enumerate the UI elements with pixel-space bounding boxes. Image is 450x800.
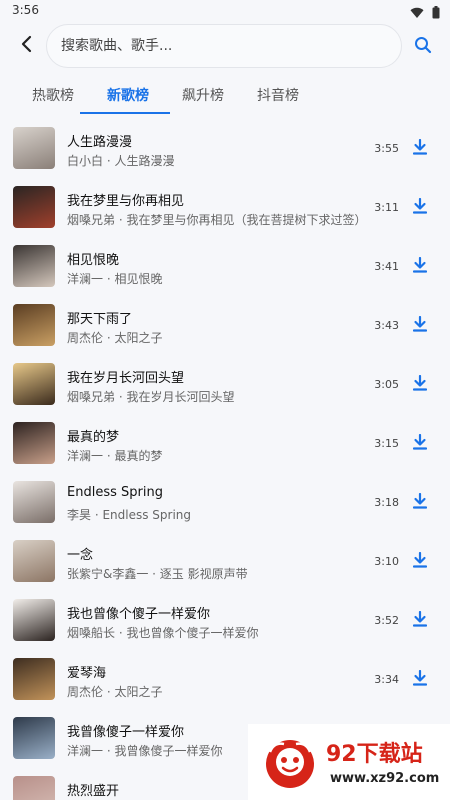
battery-icon [432,4,440,23]
search-input[interactable] [47,25,381,67]
download-button[interactable] [410,138,430,159]
song-duration: 3:18 [374,496,399,509]
album-cover [13,776,55,800]
song-artist-album: 白小白 · 人生路漫漫 [67,154,175,168]
song-duration: 3:10 [374,555,399,568]
search-button[interactable] [410,34,436,60]
tab-hot[interactable]: 热歌榜 [32,85,74,105]
song-row[interactable]: Endless Spring 李昊 · Endless Spring 3:18 [0,473,450,532]
album-cover [13,422,55,464]
download-icon [412,669,428,690]
download-icon [412,374,428,395]
album-cover [13,363,55,405]
album-cover [13,599,55,641]
song-row[interactable]: 我也曾像个傻子一样爱你烟嗓船长 · 我也曾像个傻子一样爱你 3:52 [0,591,450,650]
song-row[interactable]: 我在岁月长河回头望烟嗓兄弟 · 我在岁月长河回头望 3:05 [0,355,450,414]
download-button[interactable] [410,492,430,513]
song-title: 我在岁月长河回头望 [67,371,185,386]
back-arrow-icon [19,35,33,57]
song-row[interactable]: 我在梦里与你再相见烟嗓兄弟 · 我在梦里与你再相见（我在菩提树下求过签） 3:11 [0,178,450,237]
song-row[interactable]: 爱琴海周杰伦 · 太阳之子 3:34 [0,650,450,709]
song-row[interactable]: 人生路漫漫白小白 · 人生路漫漫 3:55 [0,119,450,178]
download-icon [412,138,428,159]
watermark-logo-icon [266,740,314,788]
song-list: 人生路漫漫白小白 · 人生路漫漫 3:55 我在梦里与你再相见烟嗓兄弟 · 我在梦里… [0,119,450,800]
chart-tabs: 热歌榜 新歌榜 飙升榜 抖音榜 [0,76,450,114]
song-title: 我曾像傻子一样爱你 [67,725,185,740]
status-bar: 3:56 [0,0,450,22]
active-tab-indicator [80,112,170,114]
song-artist-album: 洋澜一 · 最真的梦 [67,449,163,463]
wifi-icon [410,4,424,23]
song-duration: 3:41 [374,260,399,273]
song-row[interactable]: 最真的梦洋澜一 · 最真的梦 3:15 [0,414,450,473]
tab-new[interactable]: 新歌榜 [107,85,149,105]
download-icon [412,433,428,454]
song-artist-album: 张紫宁&李鑫一 · 逐玉 影视原声带 [67,567,248,581]
download-button[interactable] [410,669,430,690]
song-duration: 3:11 [374,201,399,214]
song-title: 我也曾像个傻子一样爱你 [67,607,211,622]
song-duration: 3:15 [374,437,399,450]
watermark: 92下载站 www.xz92.com [248,724,450,800]
download-icon [412,315,428,336]
watermark-url: www.xz92.com [330,771,440,786]
song-duration: 3:34 [374,673,399,686]
song-artist-album: 烟嗓船长 · 我也曾像个傻子一样爱你 [67,626,259,640]
album-cover [13,540,55,582]
search-box [46,24,402,68]
download-icon [412,197,428,218]
download-button[interactable] [410,315,430,336]
song-duration: 3:43 [374,319,399,332]
download-icon [412,256,428,277]
tab-rising[interactable]: 飙升榜 [182,85,224,105]
tab-douyin[interactable]: 抖音榜 [257,85,299,105]
song-title: 我在梦里与你再相见 [67,194,185,209]
back-button[interactable] [14,34,38,58]
song-artist-album: 洋澜一 · 相见恨晚 [67,272,163,286]
song-row[interactable]: 那天下雨了周杰伦 · 太阳之子 3:43 [0,296,450,355]
album-cover [13,304,55,346]
song-title: 爱琴海 [67,666,107,681]
album-cover [13,717,55,759]
search-icon [414,36,432,58]
search-row [0,22,450,72]
song-artist-album: 洋澜一 · 我曾像傻子一样爱你 [67,744,223,758]
download-button[interactable] [410,374,430,395]
song-title: 那天下雨了 [67,312,133,327]
song-artist-album: 周杰伦 · 太阳之子 [67,685,163,699]
song-title: 人生路漫漫 [67,135,133,150]
album-cover [13,481,55,523]
song-title: 一念 [67,548,94,563]
song-title: 最真的梦 [67,430,120,445]
song-duration: 3:52 [374,614,399,627]
song-row[interactable]: 相见恨晚洋澜一 · 相见恨晚 3:41 [0,237,450,296]
download-icon [412,492,428,513]
download-button[interactable] [410,256,430,277]
download-button[interactable] [410,433,430,454]
song-title: 热烈盛开 [67,784,120,799]
status-icons [410,4,440,23]
song-artist-album: 烟嗓兄弟 · 我在岁月长河回头望 [67,390,235,404]
album-cover [13,658,55,700]
song-row[interactable]: 一念张紫宁&李鑫一 · 逐玉 影视原声带 3:10 [0,532,450,591]
download-icon [412,551,428,572]
status-time: 3:56 [12,3,39,17]
watermark-title: 92下载站 [326,742,423,767]
song-artist-album: 烟嗓兄弟 · 我在梦里与你再相见（我在菩提树下求过签） [67,213,367,227]
download-button[interactable] [410,197,430,218]
song-artist-album: 李昊 · Endless Spring [67,508,192,522]
download-button[interactable] [410,551,430,572]
album-cover [13,127,55,169]
download-button[interactable] [410,610,430,631]
song-artist-album: 周杰伦 · 太阳之子 [67,331,163,345]
song-title: Endless Spring [67,485,163,500]
song-duration: 3:05 [374,378,399,391]
album-cover [13,186,55,228]
album-cover [13,245,55,287]
song-title: 相见恨晚 [67,253,120,268]
song-duration: 3:55 [374,142,399,155]
download-icon [412,610,428,631]
